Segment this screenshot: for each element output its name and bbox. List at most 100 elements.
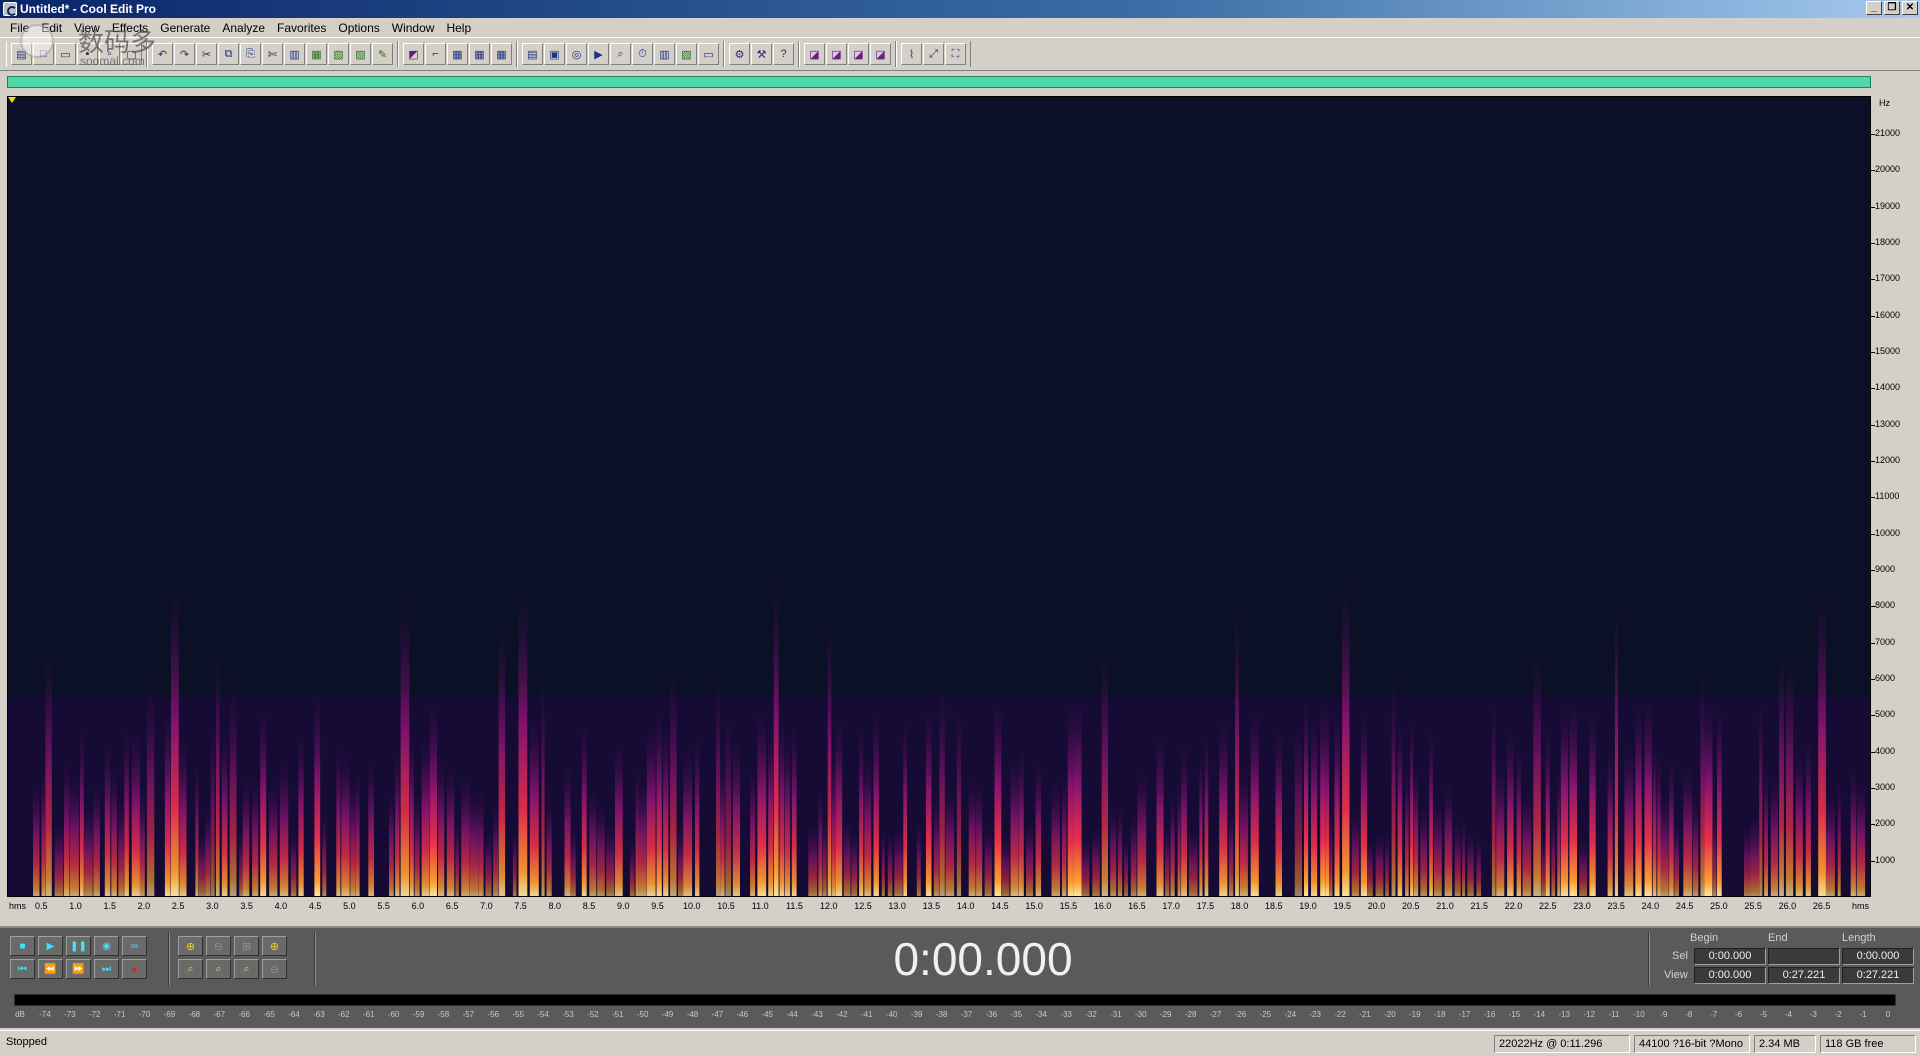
view-begin-field[interactable]: 0:00.000 [1694,967,1766,984]
toolbar: ▤ □ ▭ ▪ ▫ ▢ ↶ ↷ ✂ ⧉ ⎘ ✄ ▥ ▦ ▧ ▨ ✎ ◩ ⌐ ▦ … [0,37,1920,71]
window-title: Untitled* - Cool Edit Pro [20,2,156,16]
menu-analyze[interactable]: Analyze [216,21,271,35]
settings-icon[interactable]: ⚒ [751,43,772,65]
grid-view-2-icon[interactable]: ▦ [469,43,490,65]
menu-window[interactable]: Window [386,21,441,35]
status-window-icon[interactable]: ▭ [698,43,719,65]
zoom-in-icon[interactable]: ⊕ [178,936,203,956]
spectrogram-burst [1683,760,1693,896]
zoom-full-icon[interactable]: ⊞ [234,936,259,956]
spectrogram-burst [873,706,879,896]
frequency-tick-label: 3000 [1870,782,1896,793]
redo-icon[interactable]: ↷ [174,43,195,65]
menu-options[interactable]: Options [332,21,385,35]
zoom-right-icon[interactable]: ⌕ [206,959,231,979]
copy-to-new-icon[interactable]: ⎘ [240,43,261,65]
overview-range-bar[interactable] [7,76,1871,88]
organizer-icon[interactable]: ▤ [522,43,543,65]
meter-tick-label: -48 [686,1010,699,1019]
time-tick-label: 17.0 [1162,901,1180,911]
spectrogram-burst [93,777,100,896]
effect-2-icon[interactable]: ◪ [826,43,847,65]
mix-paste-icon[interactable]: ▧ [328,43,349,65]
zoom-selection-icon[interactable]: ⌕ [234,959,259,979]
go-to-start-icon[interactable]: ⏮ [10,959,35,979]
cut-icon[interactable]: ✂ [196,43,217,65]
close-button[interactable]: ✕ [1902,1,1918,15]
meter-tick-label: -24 [1284,1010,1297,1019]
spectrogram-burst [1541,830,1546,896]
window-tile-icon[interactable]: ▣ [544,43,565,65]
meter-tick-label: -22 [1334,1010,1346,1019]
effect-3-icon[interactable]: ◪ [848,43,869,65]
time-tick-label: 26.0 [1778,901,1797,911]
spectrogram-burst [1779,644,1784,896]
restore-button[interactable]: ❐ [1884,1,1900,15]
fullscreen-icon[interactable]: ⛶ [945,43,966,65]
paste-icon[interactable]: ▥ [284,43,305,65]
copy-icon[interactable]: ⧉ [218,43,239,65]
rewind-icon[interactable]: ⏪ [38,959,63,979]
grid-view-icon[interactable]: ▦ [447,43,468,65]
time-tick-label: 14.5 [991,901,1009,911]
minimize-button[interactable]: _ [1866,1,1882,15]
zoom-in-vertical-icon[interactable]: ⊕ [262,936,287,956]
record-icon[interactable]: ● [122,959,147,979]
zoom-out-icon[interactable]: ⊖ [206,936,231,956]
sel-end-field[interactable] [1768,948,1840,965]
play-to-end-icon[interactable]: ◉ [94,936,119,956]
color-window-icon[interactable]: ▧ [676,43,697,65]
effect-1-icon[interactable]: ◪ [804,43,825,65]
stop-icon[interactable]: ■ [10,936,35,956]
meter-tick-label: -42 [836,1010,848,1019]
meter-tick-label: -70 [138,1010,151,1019]
paste-to-new-icon[interactable]: ▦ [306,43,327,65]
app-icon[interactable] [3,2,17,16]
clipboard-icon[interactable]: ▨ [350,43,371,65]
paste-mix-icon[interactable]: ✎ [372,43,393,65]
sel-length-field[interactable]: 0:00.000 [1842,948,1914,965]
zoom-left-icon[interactable]: ⌕ [178,959,203,979]
sample-format-readout: 44100 ?16-bit ?Mono [1634,1035,1750,1053]
time-window-icon[interactable]: ⏱ [632,43,653,65]
meter-tick-label: -55 [512,1010,524,1019]
spectrogram-display[interactable] [7,96,1871,897]
level-meter-bar [14,994,1896,1006]
spectral-view-icon[interactable]: ◩ [403,43,424,65]
cd-player-icon[interactable]: ◎ [566,43,587,65]
time-tick-label: 22.5 [1538,901,1557,911]
spectrogram-burst [1405,765,1409,896]
menu-help[interactable]: Help [440,21,477,35]
time-tick-label: 23.5 [1607,901,1625,911]
pause-icon[interactable]: ❚❚ [66,936,91,956]
grid-view-3-icon[interactable]: ▦ [491,43,512,65]
play-window-icon[interactable]: ▶ [588,43,609,65]
fast-forward-icon[interactable]: ⏩ [66,959,91,979]
go-to-end-icon[interactable]: ⏭ [94,959,119,979]
time-tick-label: 4.0 [274,901,288,911]
trim-icon[interactable]: ✄ [262,43,283,65]
spectrogram-burst [720,753,725,896]
spectrogram-burst [229,677,237,896]
view-length-field[interactable]: 0:27.221 [1842,967,1914,984]
play-icon[interactable]: ▶ [38,936,63,956]
stretch-icon[interactable]: ⤢ [923,43,944,65]
level-window-icon[interactable]: ▥ [654,43,675,65]
effect-4-icon[interactable]: ◪ [870,43,891,65]
time-tick-label: 14.0 [956,901,975,911]
waveform-view-icon[interactable]: ⌐ [425,43,446,65]
spectrogram-burst [615,734,623,896]
sel-begin-field[interactable]: 0:00.000 [1694,948,1766,965]
loop-icon[interactable]: ∞ [122,936,147,956]
spectrogram-burst [350,775,356,896]
spectrogram-burst [414,789,420,896]
envelope-icon[interactable]: ⌇ [901,43,922,65]
view-end-field[interactable]: 0:27.221 [1768,967,1840,984]
zoom-window-icon[interactable]: ⌕ [610,43,631,65]
cd-tools-icon[interactable]: ⚙ [729,43,750,65]
help-icon[interactable]: ? [773,43,794,65]
menu-favorites[interactable]: Favorites [271,21,332,35]
meter-tick-label: -27 [1209,1010,1222,1019]
time-tick-label: 11.5 [786,901,803,911]
zoom-out-vertical-icon[interactable]: ⊖ [262,959,287,979]
